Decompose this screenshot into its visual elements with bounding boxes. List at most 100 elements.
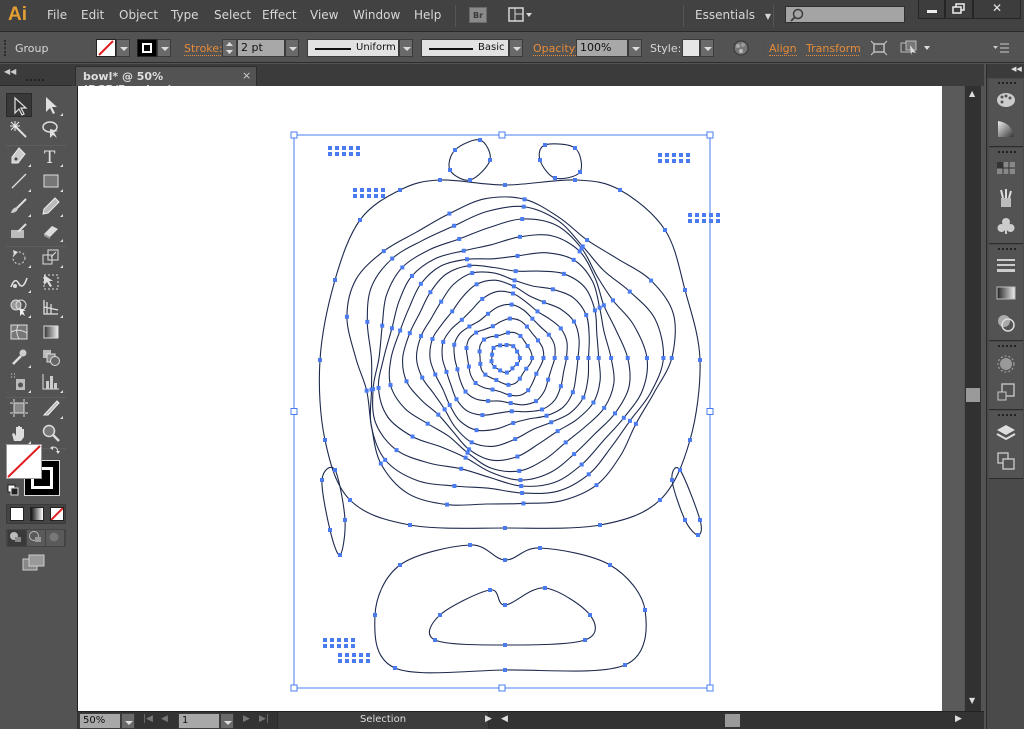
- menu-type[interactable]: Type: [171, 8, 199, 22]
- color-panel-button[interactable]: [996, 91, 1016, 111]
- gradient-mode-button[interactable]: [30, 507, 44, 521]
- stroke-dropdown[interactable]: [157, 39, 171, 57]
- eraser-tool[interactable]: [38, 219, 64, 243]
- direct-selection-tool[interactable]: [38, 93, 64, 117]
- vertical-scrollbar[interactable]: ▲ ▼: [965, 86, 981, 711]
- workspace-switcher[interactable]: Essentials ▼: [695, 8, 771, 22]
- status-info[interactable]: Selection: [277, 712, 489, 729]
- screen-mode-button[interactable]: [22, 554, 46, 575]
- fill-dropdown[interactable]: [116, 39, 130, 57]
- scale-tool[interactable]: [38, 245, 64, 269]
- restore-button[interactable]: [945, 0, 973, 19]
- blend-tool[interactable]: [38, 345, 64, 369]
- control-panel-menu-button[interactable]: [992, 42, 1010, 57]
- first-artboard-icon[interactable]: |◀: [143, 714, 153, 724]
- artboard-dropdown[interactable]: [220, 713, 234, 729]
- panel-grip[interactable]: [998, 345, 1016, 347]
- canvas-area[interactable]: [77, 86, 964, 711]
- draw-behind-button[interactable]: [27, 530, 45, 546]
- paintbrush-tool[interactable]: [6, 194, 32, 218]
- menu-window[interactable]: Window: [353, 8, 400, 22]
- zoom-dropdown[interactable]: [121, 713, 135, 729]
- color-guide-panel-button[interactable]: [996, 119, 1016, 139]
- artboards-panel-button[interactable]: [996, 451, 1016, 471]
- column-graph-tool[interactable]: [38, 370, 64, 394]
- stroke-weight-input[interactable]: 2 pt: [237, 39, 285, 57]
- layers-panel-button[interactable]: [996, 423, 1016, 443]
- scroll-right-icon[interactable]: ▶: [955, 714, 962, 724]
- panel-grip[interactable]: [998, 414, 1016, 416]
- shape-builder-tool[interactable]: [6, 295, 32, 319]
- vertical-scroll-thumb[interactable]: [966, 388, 980, 402]
- width-tool[interactable]: [6, 270, 32, 294]
- swatches-panel-button[interactable]: [996, 160, 1016, 180]
- collapse-toolbox-icon[interactable]: ◀◀: [4, 67, 16, 76]
- rotate-tool[interactable]: [6, 245, 32, 269]
- draw-normal-button[interactable]: [8, 530, 26, 546]
- previous-artboard-icon[interactable]: ◀: [161, 714, 168, 724]
- default-fill-stroke-button[interactable]: [7, 484, 19, 499]
- align-panel-link[interactable]: Align: [769, 42, 797, 56]
- close-button[interactable]: ✕: [973, 0, 1021, 19]
- perspective-grid-tool[interactable]: [38, 295, 64, 319]
- style-dropdown[interactable]: [700, 39, 714, 57]
- menu-effect[interactable]: Effect: [262, 8, 297, 22]
- eyedropper-tool[interactable]: [6, 345, 32, 369]
- status-menu-arrow-icon[interactable]: ▶: [485, 714, 492, 724]
- artboard-tool[interactable]: [6, 396, 32, 420]
- isolate-group-button[interactable]: [870, 40, 888, 59]
- lasso-tool[interactable]: [38, 118, 64, 142]
- opacity-input[interactable]: 100%: [576, 39, 628, 57]
- panel-grip[interactable]: [998, 248, 1016, 250]
- graphic-styles-panel-button[interactable]: [996, 382, 1016, 402]
- zoom-level-input[interactable]: 50%: [79, 713, 121, 729]
- menu-view[interactable]: View: [310, 8, 338, 22]
- artboard-number-input[interactable]: 1: [178, 713, 220, 729]
- fill-color-box[interactable]: [6, 444, 42, 479]
- type-tool[interactable]: T: [38, 144, 64, 168]
- profile-dropdown[interactable]: [399, 39, 413, 57]
- menu-help[interactable]: Help: [414, 8, 441, 22]
- panel-grip[interactable]: [998, 151, 1016, 153]
- recolor-artwork-button[interactable]: [733, 40, 749, 59]
- none-mode-button[interactable]: [50, 507, 64, 521]
- artwork-bowl[interactable]: [78, 86, 942, 711]
- help-search-input[interactable]: [785, 6, 905, 23]
- stroke-weight-stepper[interactable]: [222, 39, 237, 57]
- close-document-icon[interactable]: ×: [242, 69, 251, 82]
- bridge-button[interactable]: Br: [469, 7, 487, 23]
- zoom-tool[interactable]: [38, 421, 64, 445]
- menu-file[interactable]: File: [47, 8, 67, 22]
- appearance-panel-button[interactable]: [996, 354, 1016, 374]
- variable-width-profile[interactable]: Uniform: [307, 39, 399, 57]
- menu-object[interactable]: Object: [119, 8, 158, 22]
- expand-panels-icon[interactable]: ◀◀: [1011, 65, 1022, 73]
- gradient-panel-button[interactable]: [996, 285, 1016, 305]
- blob-brush-tool[interactable]: [6, 219, 32, 243]
- menu-select[interactable]: Select: [214, 8, 251, 22]
- pencil-tool[interactable]: [38, 194, 64, 218]
- free-transform-tool[interactable]: [38, 270, 64, 294]
- transform-panel-link[interactable]: Transform: [806, 42, 861, 56]
- pen-tool[interactable]: [6, 144, 32, 168]
- symbol-sprayer-tool[interactable]: [6, 370, 32, 394]
- horizontal-scrollbar[interactable]: [513, 712, 957, 729]
- toolbox-grip[interactable]: [26, 79, 44, 81]
- rectangle-tool[interactable]: [38, 169, 64, 193]
- scroll-left-icon[interactable]: ◀: [501, 714, 508, 724]
- opacity-dropdown[interactable]: [628, 39, 642, 57]
- transparency-panel-button[interactable]: [996, 313, 1016, 333]
- minimize-button[interactable]: [918, 0, 945, 19]
- opacity-panel-link[interactable]: Opacity:: [533, 42, 579, 56]
- last-artboard-icon[interactable]: ▶|: [259, 714, 269, 724]
- brush-dropdown[interactable]: [509, 39, 523, 57]
- hand-tool[interactable]: [6, 421, 32, 445]
- scroll-down-icon[interactable]: ▼: [969, 696, 975, 705]
- gradient-tool[interactable]: [38, 320, 64, 344]
- brush-definition[interactable]: Basic: [421, 39, 509, 57]
- color-mode-button[interactable]: [10, 507, 24, 521]
- control-bar-grip[interactable]: [4, 40, 6, 56]
- line-segment-tool[interactable]: [6, 169, 32, 193]
- draw-inside-button[interactable]: [46, 530, 64, 546]
- stroke-swatch[interactable]: [137, 39, 157, 57]
